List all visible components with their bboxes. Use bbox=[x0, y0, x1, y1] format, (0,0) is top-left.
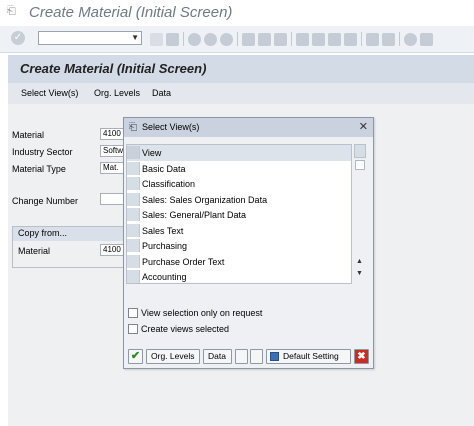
data-dialog-label: Data bbox=[208, 351, 226, 361]
default-setting-label: Default Setting bbox=[283, 351, 339, 361]
toolbar-separator bbox=[183, 32, 184, 46]
select-views-button[interactable]: Select View(s) bbox=[21, 88, 78, 98]
table-header-row: View bbox=[127, 145, 351, 161]
org-levels-button[interactable]: Org. Levels bbox=[94, 88, 140, 98]
help-icon[interactable] bbox=[404, 32, 417, 46]
table-row[interactable]: Sales: Sales Organization Data bbox=[127, 192, 351, 208]
find-icon[interactable] bbox=[258, 32, 271, 46]
enter-check-icon[interactable]: ✓ bbox=[11, 31, 25, 45]
material-label: Material bbox=[12, 130, 45, 140]
view-name: Basic Data bbox=[142, 163, 186, 174]
copy-from-group: Copy from... Material 4100 bbox=[12, 226, 130, 268]
column-settings-icon[interactable] bbox=[354, 144, 366, 158]
industry-sector-label: Industry Sector bbox=[12, 147, 73, 157]
find-next-icon[interactable] bbox=[274, 32, 287, 46]
previous-page-icon[interactable] bbox=[312, 32, 325, 46]
row-selector[interactable] bbox=[127, 223, 140, 237]
select-all-cell[interactable] bbox=[127, 146, 140, 159]
view-name: Purchasing bbox=[142, 241, 188, 251]
last-page-icon[interactable] bbox=[344, 32, 357, 46]
continue-check-icon[interactable]: ✔ bbox=[128, 349, 143, 364]
table-row[interactable]: Accounting bbox=[127, 269, 351, 283]
material-type-label: Material Type bbox=[12, 164, 66, 174]
view-name: Sales Text bbox=[142, 225, 184, 236]
toolbar-separator bbox=[361, 32, 362, 46]
table-row[interactable]: Sales: General/Plant Data bbox=[127, 207, 351, 223]
view-name: Accounting bbox=[142, 272, 187, 282]
scrollbar-thumb[interactable] bbox=[355, 160, 365, 170]
save-icon[interactable] bbox=[166, 32, 179, 46]
row-selector[interactable] bbox=[127, 239, 140, 252]
row-selector[interactable] bbox=[127, 270, 140, 283]
first-page-icon[interactable] bbox=[296, 32, 309, 46]
back-double-icon[interactable] bbox=[150, 32, 163, 46]
view-selection-only-label: View selection only on request bbox=[141, 308, 263, 318]
print-icon[interactable] bbox=[242, 32, 255, 46]
view-column-header: View bbox=[142, 148, 162, 158]
back-icon[interactable] bbox=[188, 32, 201, 46]
select-views-dialog: ⎗ Select View(s) ✕ View Basic Data Class… bbox=[123, 117, 374, 369]
view-name: Sales: Sales Organization Data bbox=[142, 194, 268, 205]
copy-material-label: Material bbox=[18, 246, 51, 256]
row-selector[interactable] bbox=[127, 254, 140, 268]
cancel-round-icon[interactable] bbox=[220, 32, 233, 46]
row-selector[interactable] bbox=[127, 161, 140, 175]
page-title: Create Material (Initial Screen) bbox=[20, 61, 207, 76]
create-views-selected-label: Create views selected bbox=[141, 324, 230, 334]
copy-from-title: Copy from... bbox=[18, 228, 68, 238]
org-levels-dialog-button[interactable]: Org. Levels bbox=[146, 349, 200, 364]
command-field[interactable]: ▼ bbox=[38, 31, 142, 45]
deselect-all-icon[interactable] bbox=[250, 349, 263, 364]
table-row[interactable]: Purchasing bbox=[127, 238, 351, 254]
dialog-title-bar[interactable]: ⎗ Select View(s) ✕ bbox=[124, 118, 373, 137]
layout-menu-icon[interactable] bbox=[420, 32, 433, 46]
view-name: Classification bbox=[142, 179, 196, 189]
view-name: Purchase Order Text bbox=[142, 256, 225, 267]
change-number-label: Change Number bbox=[12, 196, 79, 206]
cancel-icon[interactable]: ✖ bbox=[354, 349, 369, 364]
copy-from-header: Copy from... bbox=[13, 227, 129, 241]
create-views-selected-checkbox[interactable] bbox=[128, 324, 138, 334]
next-page-icon[interactable] bbox=[328, 32, 341, 46]
shortcut-icon[interactable] bbox=[382, 32, 395, 46]
toolbar-separator bbox=[291, 32, 292, 46]
dialog-title: Select View(s) bbox=[142, 122, 200, 132]
standard-toolbar: ✓ ▼ bbox=[0, 26, 474, 53]
view-name: Sales: General/Plant Data bbox=[142, 210, 247, 220]
table-row[interactable]: Purchase Order Text bbox=[127, 254, 351, 270]
close-icon[interactable]: ✕ bbox=[359, 121, 368, 133]
default-setting-button[interactable]: Default Setting bbox=[266, 349, 351, 364]
row-selector[interactable] bbox=[127, 192, 140, 206]
views-scrollbar[interactable]: ▲ ▼ bbox=[354, 144, 366, 284]
data-dialog-button[interactable]: Data bbox=[203, 349, 232, 364]
row-selector[interactable] bbox=[127, 177, 140, 190]
toolbar-separator bbox=[237, 32, 238, 46]
org-levels-dialog-label: Org. Levels bbox=[151, 351, 195, 361]
window-title-bar: ⎗ Create Material (Initial Screen) bbox=[0, 0, 474, 26]
window-title: Create Material (Initial Screen) bbox=[29, 4, 233, 21]
views-table: View Basic Data Classification Sales: Sa… bbox=[126, 144, 352, 284]
exit-icon[interactable]: ⎗ bbox=[7, 6, 19, 17]
table-row[interactable]: Classification bbox=[127, 176, 351, 192]
data-button[interactable]: Data bbox=[152, 88, 171, 98]
chevron-down-icon[interactable]: ▼ bbox=[131, 33, 139, 42]
exit-round-icon[interactable] bbox=[204, 32, 217, 46]
view-selection-only-checkbox[interactable] bbox=[128, 308, 138, 318]
scroll-up-icon[interactable]: ▲ bbox=[356, 258, 363, 265]
select-all-icon[interactable] bbox=[235, 349, 248, 364]
dialog-window-icon: ⎗ bbox=[129, 122, 137, 133]
toolbar-icons bbox=[150, 30, 436, 48]
save-icon bbox=[270, 352, 279, 361]
table-row[interactable]: Sales Text bbox=[127, 223, 351, 239]
new-session-icon[interactable] bbox=[366, 32, 379, 46]
table-row[interactable]: Basic Data bbox=[127, 161, 351, 177]
toolbar-separator bbox=[399, 32, 400, 46]
row-selector[interactable] bbox=[127, 208, 140, 221]
scroll-down-icon[interactable]: ▼ bbox=[356, 270, 363, 277]
